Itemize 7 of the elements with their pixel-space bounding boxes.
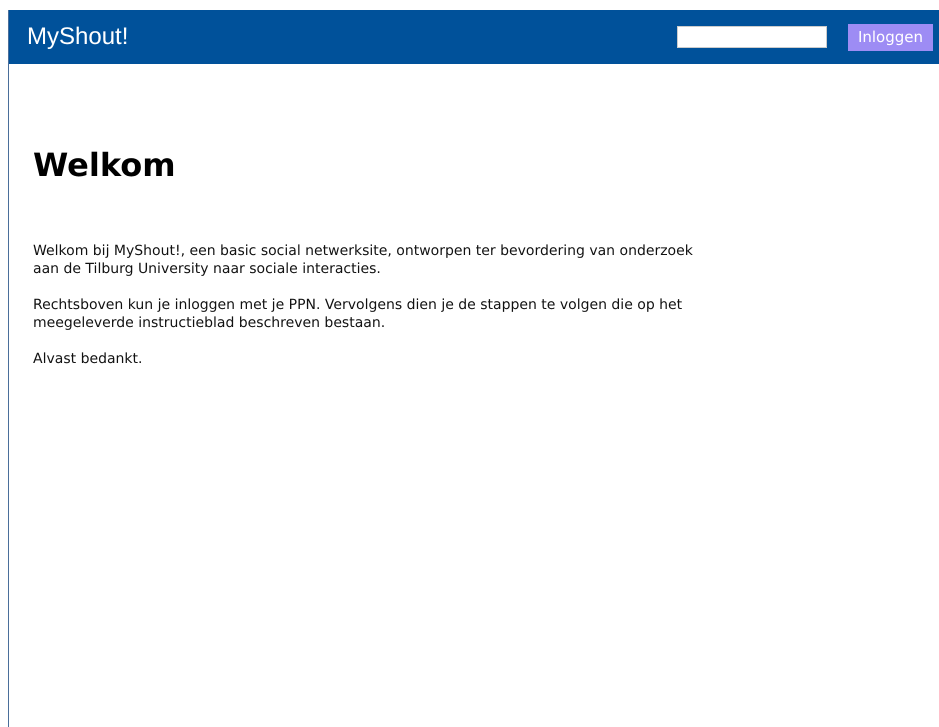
intro-paragraph: Rechtsboven kun je inloggen met je PPN. Vervolgens dien je de stappen te volgen die op het meegeleverde instructieblad beschreven bestaan.	[33, 296, 684, 332]
site-title: MyShout!	[27, 22, 128, 52]
intro-paragraph: Alvast bedankt.	[33, 350, 144, 368]
page-heading: Welkom	[33, 146, 177, 184]
login-field[interactable]	[676, 26, 827, 48]
login-button[interactable]: Inloggen	[848, 24, 933, 50]
intro-paragraph: Welkom bij MyShout!, een basic social netwerksite, ontworpen ter bevordering van onderzoek aan de Tilburg University naar sociale interacties.	[33, 242, 694, 278]
